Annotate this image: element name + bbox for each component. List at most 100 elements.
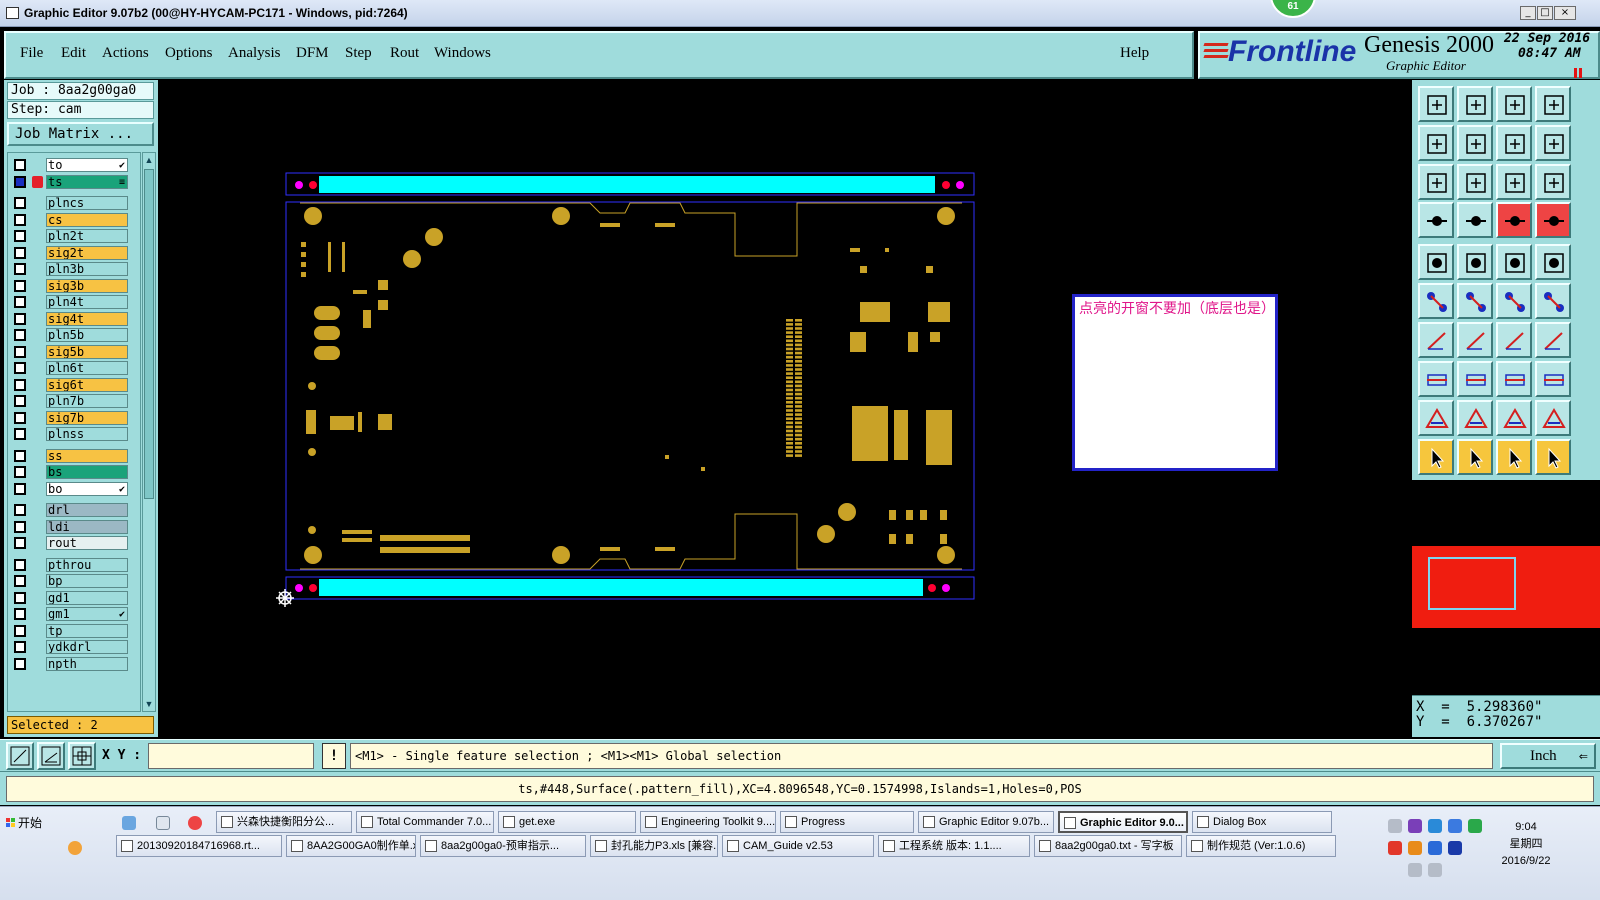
layer-row-ydkdrl[interactable]: ydkdrl xyxy=(8,639,138,655)
layer-row-ts[interactable]: ts ≡ xyxy=(8,174,138,190)
layer-checkbox[interactable] xyxy=(14,657,26,670)
tool-line-button[interactable] xyxy=(1457,202,1493,238)
layer-row-bo[interactable]: bo ✔ xyxy=(8,481,138,497)
task-button[interactable]: Engineering Toolkit 9.... xyxy=(640,811,776,833)
tool-select-multi-button[interactable] xyxy=(1535,439,1571,475)
tool-redraw-button[interactable] xyxy=(1535,125,1571,161)
tool-select-touch-button[interactable] xyxy=(1496,439,1532,475)
tool-mirror-button[interactable] xyxy=(1535,322,1571,358)
task-button[interactable]: CAM_Guide v2.53 xyxy=(722,835,874,857)
layer-row-rout[interactable]: rout xyxy=(8,535,138,551)
tool-resize-button[interactable] xyxy=(1496,361,1532,397)
menu-dfm[interactable]: DFM xyxy=(296,45,329,62)
layer-row-pln6t[interactable]: pln6t xyxy=(8,360,138,376)
job-matrix-button[interactable]: Job Matrix ... xyxy=(7,122,154,146)
tool-cut-line-button[interactable] xyxy=(1457,322,1493,358)
tool-connect-button[interactable] xyxy=(1418,283,1454,319)
tray-icon[interactable] xyxy=(1428,819,1442,833)
layer-checkbox[interactable] xyxy=(14,395,26,407)
tool-triangle-button[interactable] xyxy=(1418,400,1454,436)
pause-icon[interactable] xyxy=(1574,65,1584,78)
layer-checkbox[interactable] xyxy=(14,362,26,374)
layer-row-sig3b[interactable]: sig3b xyxy=(8,278,138,294)
tool-circle-button[interactable] xyxy=(1535,244,1571,280)
task-button[interactable]: 工程系统 版本: 1.1.... xyxy=(878,835,1030,857)
layer-row-gd1[interactable]: gd1 xyxy=(8,590,138,606)
tool-corner-button[interactable] xyxy=(1418,322,1454,358)
tool-arrow-mark-2-button[interactable] xyxy=(1535,283,1571,319)
layer-checkbox[interactable] xyxy=(14,159,26,171)
tool-arrow-mark-button[interactable] xyxy=(1496,283,1532,319)
menu-help[interactable]: Help xyxy=(1120,45,1149,62)
layer-checkbox[interactable] xyxy=(14,411,26,424)
security-icon[interactable] xyxy=(1468,819,1482,833)
tool-rotate-button[interactable] xyxy=(1496,322,1532,358)
task-button[interactable]: 制作规范 (Ver:1.0.6) xyxy=(1186,835,1336,857)
layer-checkbox[interactable] xyxy=(14,312,26,325)
task-button[interactable]: Progress xyxy=(780,811,914,833)
layer-row-plnss[interactable]: plnss xyxy=(8,426,138,442)
task-button[interactable]: 8AA2G00GA0制作单.xl... xyxy=(286,835,416,857)
tool-add-surface-button[interactable] xyxy=(1457,244,1493,280)
layer-checkbox[interactable] xyxy=(14,558,26,571)
menu-options[interactable]: Options xyxy=(165,45,213,62)
layer-checkbox[interactable] xyxy=(14,263,26,275)
tool-zoom-home-button[interactable] xyxy=(1496,125,1532,161)
layer-checkbox[interactable] xyxy=(14,345,26,358)
layer-checkbox[interactable] xyxy=(14,537,26,549)
tray-icon[interactable] xyxy=(1388,841,1402,855)
units-selector[interactable]: Inch ⇐ xyxy=(1500,743,1596,769)
layer-row-drl[interactable]: drl xyxy=(8,502,138,518)
tool-open-step-button[interactable] xyxy=(1418,86,1454,122)
layer-checkbox[interactable] xyxy=(14,641,26,653)
layer-row-sig2t[interactable]: sig2t xyxy=(8,245,138,261)
layer-checkbox[interactable] xyxy=(14,246,26,259)
layer-row-pln4t[interactable]: pln4t xyxy=(8,294,138,310)
zoom-area-button[interactable] xyxy=(6,742,34,770)
tool-minus-button[interactable] xyxy=(1457,361,1493,397)
scroll-thumb[interactable] xyxy=(144,169,154,499)
tool-help-button[interactable] xyxy=(1535,164,1571,200)
tool-net-red-button[interactable] xyxy=(1496,202,1532,238)
layer-row-pthrou[interactable]: pthrou xyxy=(8,557,138,573)
overview-view-frame[interactable] xyxy=(1428,557,1516,610)
task-button[interactable]: 封孔能力P3.xls [兼容... xyxy=(590,835,718,857)
tray-clock[interactable]: 9:04 星期四 2016/9/22 xyxy=(1496,819,1556,870)
quicklaunch-icon[interactable] xyxy=(156,816,170,830)
tool-fit-button[interactable] xyxy=(1418,164,1454,200)
bluetooth-icon[interactable] xyxy=(1448,819,1462,833)
scroll-up-icon[interactable]: ▲ xyxy=(144,154,154,166)
tool-select-box-button[interactable] xyxy=(1457,439,1493,475)
tool-zoom-in-button[interactable] xyxy=(1457,125,1493,161)
layer-row-to[interactable]: to ✔ xyxy=(8,157,138,173)
tool-text-a-2-button[interactable] xyxy=(1535,400,1571,436)
tray-icon[interactable] xyxy=(1388,819,1402,833)
tool-scale-button[interactable] xyxy=(1496,164,1532,200)
network-icon[interactable] xyxy=(1408,863,1422,877)
tool-warning-button[interactable] xyxy=(1457,400,1493,436)
layer-checkbox[interactable] xyxy=(14,482,26,495)
tool-save-button[interactable] xyxy=(1457,86,1493,122)
layer-row-sig5b[interactable]: sig5b xyxy=(8,344,138,360)
tool-features-button[interactable] xyxy=(1418,202,1454,238)
tool-home-button[interactable] xyxy=(1496,86,1532,122)
tray-icon[interactable] xyxy=(1408,841,1422,855)
menu-analysis[interactable]: Analysis xyxy=(228,45,281,62)
menu-rout[interactable]: Rout xyxy=(390,45,419,62)
menu-file[interactable]: File xyxy=(20,45,43,62)
layer-checkbox[interactable] xyxy=(14,378,26,391)
tool-snap-button[interactable] xyxy=(1418,125,1454,161)
layer-row-npth[interactable]: npth xyxy=(8,656,138,672)
task-button[interactable]: 8aa2g00ga0.txt - 写字板 xyxy=(1034,835,1182,857)
tool-net-red-2-button[interactable] xyxy=(1535,202,1571,238)
scroll-down-icon[interactable]: ▼ xyxy=(144,698,154,710)
task-button[interactable]: Graphic Editor 9.07b... xyxy=(918,811,1054,833)
task-button[interactable]: get.exe xyxy=(498,811,636,833)
layer-row-bp[interactable]: bp xyxy=(8,573,138,589)
tool-ruler-button[interactable] xyxy=(1496,244,1532,280)
alert-button[interactable]: ! xyxy=(322,743,346,769)
layer-row-plncs[interactable]: plncs xyxy=(8,195,138,211)
tool-text-a-button[interactable] xyxy=(1496,400,1532,436)
layer-checkbox[interactable] xyxy=(14,296,26,308)
layer-checkbox[interactable] xyxy=(14,279,26,292)
